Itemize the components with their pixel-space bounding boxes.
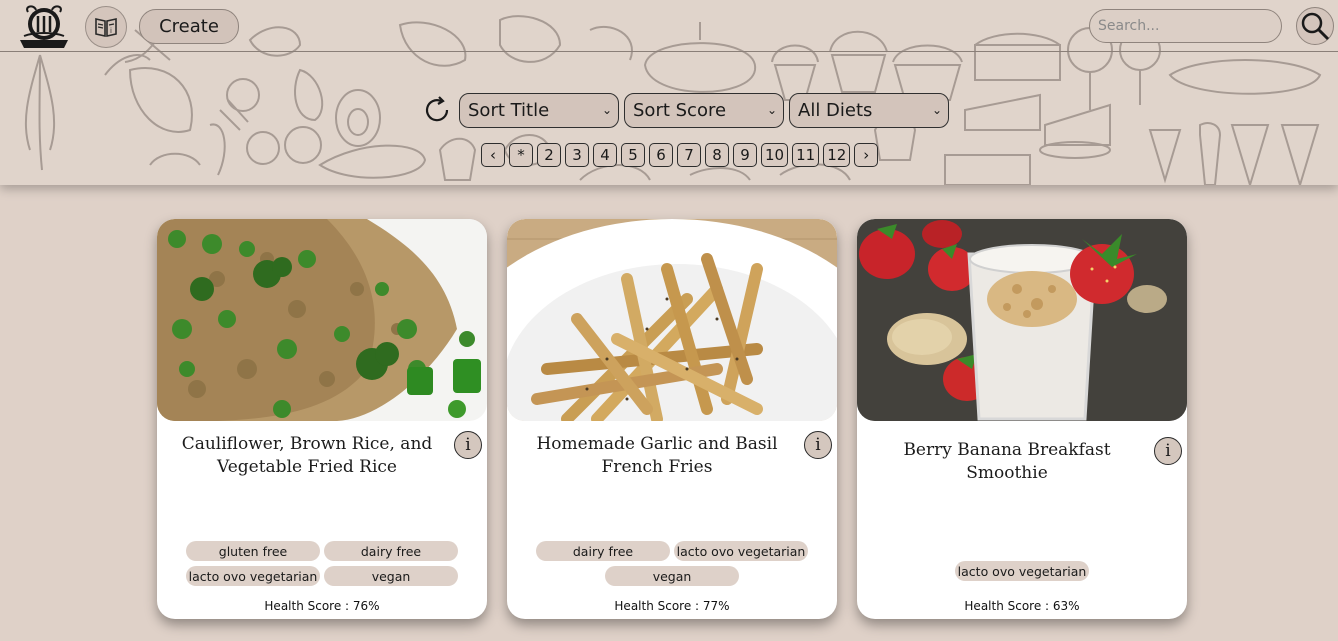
page-next-button[interactable]: › xyxy=(854,143,879,167)
svg-text:i: i xyxy=(110,27,112,35)
chef-hat-utensils-icon[interactable] xyxy=(14,2,74,50)
recipe-book-icon: i xyxy=(95,18,117,37)
page-button[interactable]: 5 xyxy=(621,143,645,167)
sort-filter-controls: Sort Title ⌄ Sort Score ⌄ All Diets ⌄ xyxy=(420,92,949,128)
page-button[interactable]: 4 xyxy=(593,143,617,167)
diet-tags: dairy free lacto ovo vegetarian vegan xyxy=(529,541,815,586)
diet-tag: dairy free xyxy=(324,541,458,561)
search-icon xyxy=(1301,12,1330,41)
diet-tag: lacto ovo vegetarian xyxy=(955,561,1089,581)
page-button[interactable]: 8 xyxy=(705,143,729,167)
search-input[interactable] xyxy=(1089,9,1282,43)
recipe-image xyxy=(507,219,837,421)
recipe-image xyxy=(857,219,1187,421)
page-button[interactable]: 6 xyxy=(649,143,673,167)
page-button[interactable]: 3 xyxy=(565,143,589,167)
recipe-card[interactable]: Cauliflower, Brown Rice, and Vegetable F… xyxy=(157,219,487,619)
header: i Create Sort Title ⌄ Sort Score ⌄ xyxy=(0,0,1338,185)
page-button[interactable]: 10 xyxy=(761,143,789,167)
diet-filter-select[interactable]: All Diets ⌄ xyxy=(789,92,949,128)
sort-score-value: Sort Score xyxy=(633,99,727,121)
pagination: ‹ * 2 3 4 5 6 7 8 9 10 11 12 › xyxy=(481,143,879,167)
info-button[interactable]: i xyxy=(1154,437,1182,465)
info-button[interactable]: i xyxy=(454,431,482,459)
sort-title-value: Sort Title xyxy=(468,99,550,121)
page-button[interactable]: 11 xyxy=(792,143,820,167)
sort-title-select[interactable]: Sort Title ⌄ xyxy=(459,92,619,128)
page-button[interactable]: 2 xyxy=(537,143,561,167)
recipe-card[interactable]: Homemade Garlic and Basil French Fries i… xyxy=(507,219,837,619)
sort-score-select[interactable]: Sort Score ⌄ xyxy=(624,92,784,128)
page-button[interactable]: 7 xyxy=(677,143,701,167)
chevron-down-icon: ⌄ xyxy=(931,103,942,117)
recipe-title: Berry Banana Breakfast Smoothie xyxy=(903,440,1111,483)
diet-filter-value: All Diets xyxy=(798,99,873,121)
diet-tag: vegan xyxy=(605,566,739,586)
top-bar: i Create xyxy=(0,0,1338,52)
health-score: Health Score : 76% xyxy=(264,599,380,613)
diet-tag: gluten free xyxy=(186,541,320,561)
chevron-down-icon: ⌄ xyxy=(601,103,612,117)
page-prev-button[interactable]: ‹ xyxy=(481,143,505,167)
refresh-button[interactable] xyxy=(420,93,454,127)
recipe-title: Cauliflower, Brown Rice, and Vegetable F… xyxy=(181,434,433,477)
create-button[interactable]: Create xyxy=(139,9,239,44)
recipe-book-button[interactable]: i xyxy=(85,6,127,48)
health-score: Health Score : 77% xyxy=(614,599,730,613)
health-score: Health Score : 63% xyxy=(964,599,1080,613)
refresh-icon xyxy=(425,96,449,122)
diet-tag: lacto ovo vegetarian xyxy=(186,566,320,586)
diet-tag: vegan xyxy=(324,566,458,586)
diet-tags: lacto ovo vegetarian xyxy=(879,561,1165,581)
search-button[interactable] xyxy=(1296,7,1334,45)
recipe-card[interactable]: Berry Banana Breakfast Smoothie i lacto … xyxy=(857,219,1187,619)
recipe-title: Homemade Garlic and Basil French Fries xyxy=(536,434,778,477)
chevron-down-icon: ⌄ xyxy=(766,103,777,117)
diet-tag: lacto ovo vegetarian xyxy=(674,541,808,561)
page-button[interactable]: 12 xyxy=(823,143,851,167)
diet-tags: gluten free dairy free lacto ovo vegetar… xyxy=(179,541,465,586)
page-button[interactable]: 9 xyxy=(733,143,757,167)
info-button[interactable]: i xyxy=(804,431,832,459)
diet-tag: dairy free xyxy=(536,541,670,561)
page-button[interactable]: * xyxy=(509,143,533,167)
recipe-image xyxy=(157,219,487,421)
